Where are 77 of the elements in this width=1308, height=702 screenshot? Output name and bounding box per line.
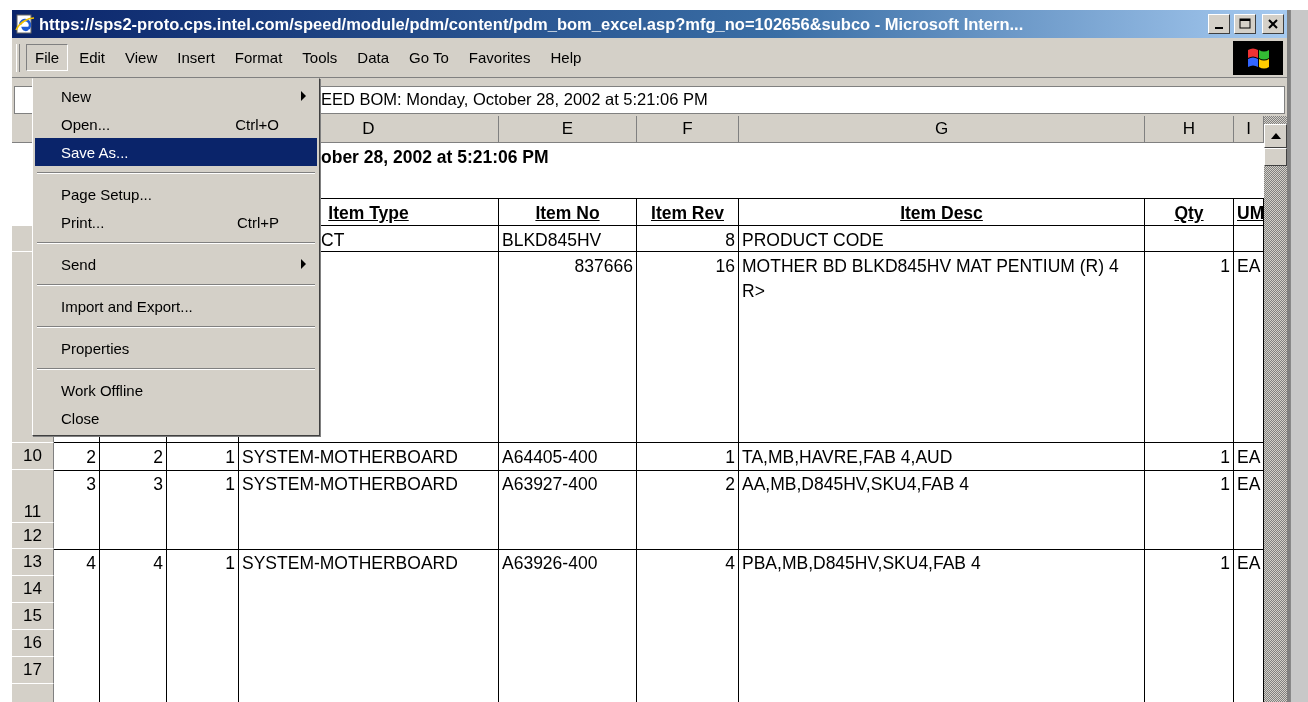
table-cell: 3 bbox=[54, 470, 100, 550]
scroll-thumb[interactable] bbox=[1264, 148, 1287, 166]
menu-item[interactable]: File bbox=[26, 44, 69, 71]
table-cell: SYSTEM-MOTHERBOARD bbox=[239, 443, 499, 471]
menu-item[interactable]: Insert bbox=[168, 44, 224, 71]
row-number[interactable]: 13 bbox=[12, 549, 54, 576]
table-cell: 1 bbox=[1145, 252, 1234, 443]
menu-item[interactable]: Data bbox=[348, 44, 399, 71]
column-header[interactable]: G bbox=[739, 116, 1145, 143]
table-cell: 2 bbox=[54, 443, 100, 471]
scroll-up-button[interactable] bbox=[1264, 124, 1287, 148]
table-cell: 1 bbox=[637, 443, 739, 471]
table-cell: SYSTEM-MOTHERBOARD bbox=[239, 549, 499, 702]
column-header[interactable]: H bbox=[1145, 116, 1234, 143]
browser-icon bbox=[15, 14, 35, 34]
menu-option[interactable]: Save As... bbox=[35, 138, 317, 166]
table-cell: 4 bbox=[637, 549, 739, 702]
table-cell: AA,MB,D845HV,SKU4,FAB 4 bbox=[739, 470, 1145, 550]
minimize-button[interactable] bbox=[1208, 14, 1230, 34]
close-button[interactable] bbox=[1262, 14, 1284, 34]
table-cell: 837666 bbox=[499, 252, 637, 443]
table-cell: PBA,MB,D845HV,SKU4,FAB 4 bbox=[739, 549, 1145, 702]
table-cell: 4 bbox=[54, 549, 100, 702]
table-cell: 8 bbox=[637, 226, 739, 252]
menu-option[interactable]: Send bbox=[35, 250, 317, 278]
table-cell: 3 bbox=[100, 470, 167, 550]
menu-option[interactable]: Close bbox=[35, 404, 317, 432]
menu-item[interactable]: Go To bbox=[400, 44, 458, 71]
column-heading: Item No bbox=[499, 198, 637, 226]
row-number[interactable]: 15 bbox=[12, 603, 54, 630]
column-heading: Qty bbox=[1145, 198, 1234, 226]
maximize-button[interactable] bbox=[1234, 14, 1256, 34]
menu-option[interactable]: Work Offline bbox=[35, 376, 317, 404]
table-cell: 4 bbox=[100, 549, 167, 702]
row-number[interactable]: 11 bbox=[12, 470, 54, 523]
table-cell: A63926-400 bbox=[499, 549, 637, 702]
windows-logo bbox=[1233, 40, 1283, 75]
close-icon bbox=[1267, 18, 1279, 30]
report-title: ober 28, 2002 at 5:21:06 PM bbox=[321, 147, 549, 167]
table-cell: 1 bbox=[167, 549, 239, 702]
menu-item[interactable]: Favorites bbox=[459, 44, 540, 71]
table-cell: 1 bbox=[167, 470, 239, 550]
table-cell: A63927-400 bbox=[499, 470, 637, 550]
minimize-icon bbox=[1215, 27, 1223, 29]
menu-option[interactable]: Properties bbox=[35, 334, 317, 362]
window-title: https://sps2-proto.cps.intel.com/speed/module/pdm/content/pdm_bom_excel.asp?mfg_no=102656&subco - Microsoft Intern... bbox=[39, 14, 1025, 34]
column-header[interactable]: I bbox=[1234, 116, 1264, 143]
column-heading: Item Rev bbox=[637, 198, 739, 226]
table-cell: 1 bbox=[1145, 443, 1234, 471]
table-cell: 1 bbox=[1145, 549, 1234, 702]
table-cell: MOTHER BD BLKD845HV MAT PENTIUM (R) 4 R> bbox=[739, 252, 1145, 443]
table-cell: 1 bbox=[167, 443, 239, 471]
menu-item[interactable]: View bbox=[116, 44, 167, 71]
column-heading: Item Desc bbox=[739, 198, 1145, 226]
table-cell: PRODUCT CODE bbox=[739, 226, 1145, 252]
up-arrow-icon bbox=[1270, 133, 1281, 139]
table-cell: BLKD845HV bbox=[499, 226, 637, 252]
menu-option[interactable]: Import and Export... bbox=[35, 292, 317, 320]
row-number[interactable]: 14 bbox=[12, 576, 54, 603]
menu-item[interactable]: Format bbox=[225, 44, 292, 71]
menu-item[interactable]: Edit bbox=[70, 44, 115, 71]
menu-option[interactable]: Page Setup... bbox=[35, 180, 317, 208]
scrollbar[interactable] bbox=[1264, 116, 1287, 702]
menu-item[interactable]: Help bbox=[541, 44, 591, 71]
table-cell: 2 bbox=[637, 470, 739, 550]
maximize-icon bbox=[1239, 18, 1251, 30]
column-header[interactable]: E bbox=[499, 116, 637, 143]
row-number[interactable]: 16 bbox=[12, 630, 54, 657]
table-cell: TA,MB,HAVRE,FAB 4,AUD bbox=[739, 443, 1145, 471]
table-cell: 1 bbox=[1145, 470, 1234, 550]
table-cell: A64405-400 bbox=[499, 443, 637, 471]
menu-item[interactable]: Tools bbox=[293, 44, 347, 71]
table-cell: SYSTEM-MOTHERBOARD bbox=[239, 470, 499, 550]
table-cell: 16 bbox=[637, 252, 739, 443]
row-number[interactable]: 17 bbox=[12, 657, 54, 684]
table-cell: 2 bbox=[100, 443, 167, 471]
column-header[interactable]: F bbox=[637, 116, 739, 143]
